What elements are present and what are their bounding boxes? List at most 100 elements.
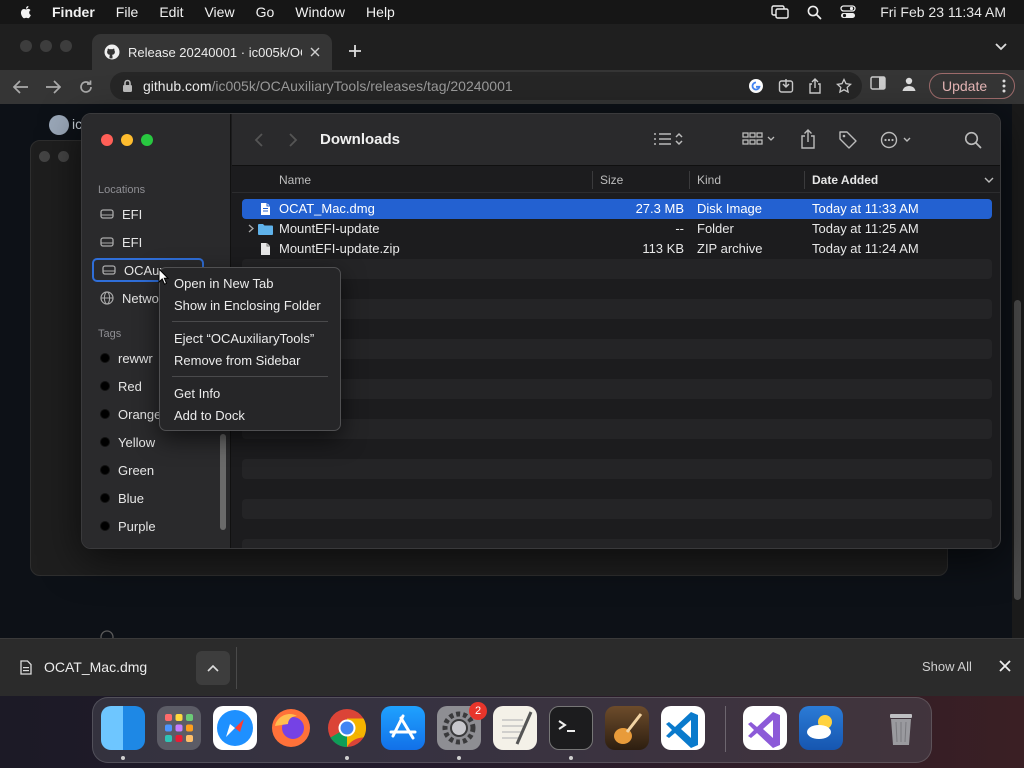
control-center-icon[interactable] [840,5,856,19]
browser-minimize-button[interactable] [40,40,52,52]
address-bar[interactable]: github.com/ic005k/OCAuxiliaryTools/relea… [110,72,862,100]
dock: 2 [92,697,932,763]
menu-item-open-in-new-tab[interactable]: Open in New Tab [160,272,340,294]
finder-minimize-button[interactable] [121,134,133,146]
user-avatar[interactable] [49,115,69,135]
column-date-added[interactable]: Date Added [812,173,878,187]
finder-zoom-button[interactable] [141,134,153,146]
chrome-icon[interactable] [325,706,369,750]
launchpad-icon[interactable] [157,706,201,750]
menu-item-get-info[interactable]: Get Info [160,382,340,404]
apple-icon[interactable] [18,4,34,20]
weather-icon[interactable] [799,706,843,750]
sidebar-item-efi-1[interactable]: EFI [92,202,222,226]
tag-label: Red [118,378,142,394]
menu-go[interactable]: Go [256,4,275,20]
menu-window[interactable]: Window [295,4,345,20]
column-kind[interactable]: Kind [697,173,721,187]
group-button[interactable] [742,131,778,147]
file-row-ocat-mac-dmg[interactable]: OCAT_Mac.dmg 27.3 MB Disk Image Today at… [242,199,992,219]
share-button[interactable] [800,129,816,149]
lock-icon[interactable] [122,79,133,93]
new-tab-button[interactable] [344,40,366,62]
tab-close-icon[interactable] [310,47,320,57]
finder-back-button[interactable] [254,132,264,148]
menu-item-add-to-dock[interactable]: Add to Dock [160,404,340,426]
finder-icon[interactable] [101,706,145,750]
visual-studio-icon[interactable] [743,706,787,750]
sidebar-tag-purple[interactable]: Purple [92,514,222,538]
install-app-icon[interactable] [778,78,794,94]
action-menu-button[interactable] [880,131,914,149]
close-icon[interactable] [998,659,1012,673]
firefox-icon[interactable] [269,706,313,750]
url-text[interactable]: github.com/ic005k/OCAuxiliaryTools/relea… [143,78,738,94]
file-date: Today at 11:24 AM [812,241,919,256]
browser-tab[interactable]: Release 20240001 · ic005k/OC [92,34,332,70]
menu-edit[interactable]: Edit [159,4,183,20]
browser-zoom-button[interactable] [60,40,72,52]
garageband-icon[interactable] [605,706,649,750]
show-all-downloads-button[interactable]: Show All [922,659,972,674]
column-name[interactable]: Name [279,173,311,187]
textedit-icon[interactable] [493,706,537,750]
file-size: -- [675,221,684,236]
browser-close-button[interactable] [20,40,32,52]
profile-button[interactable] [901,76,917,92]
menu-separator [172,376,328,377]
vscode-icon[interactable] [661,706,705,750]
tag-dot-icon [100,465,110,475]
download-item[interactable]: OCAT_Mac.dmg [20,659,147,675]
tab-search-button[interactable] [994,42,1008,52]
finder-forward-button[interactable] [288,132,298,148]
sidebar-item-label: EFI [122,206,143,222]
menu-help[interactable]: Help [366,4,395,20]
sidebar-scrollbar[interactable] [220,434,226,530]
side-panel-button[interactable] [870,76,886,90]
sidebar-tag-blue[interactable]: Blue [92,486,222,510]
menu-item-show-in-enclosing-folder[interactable]: Show in Enclosing Folder [160,294,340,316]
reload-button[interactable] [75,76,97,98]
tag-button[interactable] [838,130,858,150]
url-path: /ic005k/OCAuxiliaryTools/releases/tag/20… [211,78,513,94]
list-view-button[interactable] [653,131,683,147]
disclosure-triangle-icon[interactable] [248,224,254,233]
column-header: Name Size Kind Date Added [232,167,1000,193]
app-store-icon[interactable] [381,706,425,750]
menu-view[interactable]: View [204,4,234,20]
trash-icon[interactable] [879,706,923,750]
download-options-button[interactable] [196,651,230,685]
safari-icon[interactable] [213,706,257,750]
sidebar-tag-yellow[interactable]: Yellow [92,430,222,454]
update-button[interactable]: Update [929,73,1015,99]
file-row-mountefi-update-zip[interactable]: MountEFI-update.zip 113 KB ZIP archive T… [242,239,992,259]
file-row-mountefi-update[interactable]: MountEFI-update -- Folder Today at 11:25… [242,219,992,239]
page-scrollbar-thumb[interactable] [1014,300,1021,600]
bookmark-star-icon[interactable] [836,78,852,94]
back-button[interactable] [10,76,32,98]
menubar-clock[interactable]: Fri Feb 23 11:34 AM [880,4,1006,20]
sidebar-item-efi-2[interactable]: EFI [92,230,222,254]
finder-search-button[interactable] [964,131,982,149]
tag-dot-icon [100,409,110,419]
sidebar-tag-green[interactable]: Green [92,458,222,482]
empty-row [242,419,992,439]
menu-finder[interactable]: Finder [52,4,95,20]
google-lens-icon[interactable] [748,78,764,94]
menu-item-eject[interactable]: Eject “OCAuxiliaryTools” [160,327,340,349]
dock-divider [725,706,726,752]
spotlight-search-icon[interactable] [807,5,822,20]
forward-button[interactable] [42,76,64,98]
sort-chevron-icon[interactable] [984,177,994,184]
file-name: MountEFI-update [279,221,380,236]
menu-item-remove-from-sidebar[interactable]: Remove from Sidebar [160,349,340,371]
share-icon[interactable] [808,78,822,94]
arrow-left-icon [13,80,28,94]
download-filename: OCAT_Mac.dmg [44,659,148,675]
finder-close-button[interactable] [101,134,113,146]
column-size[interactable]: Size [600,173,623,187]
screen-mirror-icon[interactable] [771,5,789,19]
chevron-right-icon [289,133,298,147]
terminal-icon[interactable] [549,706,593,750]
menu-file[interactable]: File [116,4,139,20]
